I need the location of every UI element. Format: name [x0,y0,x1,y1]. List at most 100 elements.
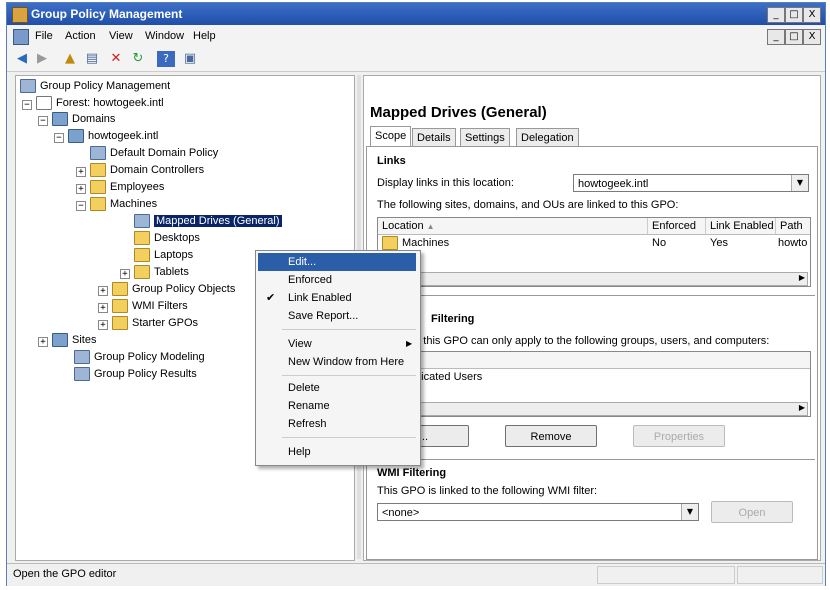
tree-starter-gpos-label: Starter GPOs [132,317,199,329]
menu-item-view[interactable]: View [258,335,416,353]
tree-mapped-drives[interactable]: Mapped Drives (General) [134,213,282,229]
col-location-label: Location [382,220,424,232]
tab-settings[interactable]: Settings [460,128,510,147]
expand-wmi-filters[interactable]: + [98,303,108,313]
menu-action[interactable]: Action [65,30,96,42]
tree-modeling[interactable]: Group Policy Modeling [74,349,205,365]
col-link-enabled[interactable]: Link Enabled [706,218,776,234]
tree-laptops[interactable]: Laptops [134,247,193,263]
expand-tablets[interactable]: + [120,269,130,279]
expand-domain-controllers[interactable]: + [76,167,86,177]
wmi-filter-value: <none> [382,507,420,519]
display-links-select[interactable]: howtogeek.intl ▼ [573,174,809,192]
tree-default-policy[interactable]: Default Domain Policy [90,145,218,161]
details-pane: Mapped Drives (General) Scope Details Se… [363,75,821,561]
child-restore-button[interactable]: □ [785,29,803,45]
properties-button[interactable]: Properties [633,425,725,447]
menu-window[interactable]: Window [145,30,184,42]
tree-domain-controllers[interactable]: Domain Controllers [90,162,204,178]
tree-laptops-label: Laptops [154,249,194,261]
menu-item-new-window[interactable]: New Window from Here [258,353,416,371]
tree-desktops-label: Desktops [154,232,200,244]
tree-forest[interactable]: Forest: howtogeek.intl [36,95,164,111]
tree-employees[interactable]: Employees [90,179,164,195]
delete-icon[interactable]: ✕ [107,51,125,67]
tree-desktops[interactable]: Desktops [134,230,200,246]
divider [369,459,815,460]
expand-domain[interactable]: − [54,133,64,143]
console-menu-icon[interactable] [13,29,29,45]
tree-modeling-label: Group Policy Modeling [94,351,205,363]
expand-sites[interactable]: + [38,337,48,347]
menu-help[interactable]: Help [193,30,216,42]
open-button[interactable]: Open [711,501,793,523]
tree-wmi-filters[interactable]: WMI Filters [112,298,188,314]
chevron-down-icon[interactable]: ▼ [681,504,698,520]
scroll-right-icon[interactable]: ▶ [799,273,805,282]
tree-domain[interactable]: howtogeek.intl [68,128,158,144]
expand-gpo-objects[interactable]: + [98,286,108,296]
console-icon[interactable]: ▣ [181,51,199,67]
child-minimize-button[interactable]: _ [767,29,785,45]
tree-gpo-objects[interactable]: Group Policy Objects [112,281,235,297]
close-button[interactable]: X [803,7,821,23]
tree-results[interactable]: Group Policy Results [74,366,197,382]
title-bar[interactable]: Group Policy Management _ □ X [7,3,825,25]
folder-icon [90,163,106,178]
expand-employees[interactable]: + [76,184,86,194]
remove-button[interactable]: Remove [505,425,597,447]
security-filtering-text: gs in this GPO can only apply to the fol… [397,335,770,347]
menu-item-enforced[interactable]: Enforced [258,271,416,289]
tree-starter-gpos[interactable]: Starter GPOs [112,315,198,331]
links-grid-header: Location ▲ Enforced Link Enabled Path [378,218,810,235]
scroll-right-icon[interactable]: ▶ [799,403,805,412]
folder-icon [112,316,128,331]
tree-default-policy-label: Default Domain Policy [110,147,219,159]
tree-forest-label: Forest: howtogeek.intl [56,97,164,109]
forward-icon[interactable]: ▶ [33,51,51,67]
menu-view[interactable]: View [109,30,133,42]
col-enforced[interactable]: Enforced [648,218,706,234]
expand-machines[interactable]: − [76,201,86,211]
links-hscrollbar[interactable]: ▶ [378,272,808,286]
links-row-path: howto [778,237,808,249]
minimize-button[interactable]: _ [767,7,785,23]
expand-domains[interactable]: − [38,116,48,126]
menu-item-refresh[interactable]: Refresh [258,415,416,433]
folder-icon [112,282,128,297]
menu-item-rename[interactable]: Rename [258,397,416,415]
security-hscrollbar[interactable]: ▶ [378,402,808,416]
col-path[interactable]: Path [776,218,810,234]
menu-item-delete[interactable]: Delete [258,379,416,397]
col-location[interactable]: Location ▲ [378,218,648,234]
list-item[interactable]: nticated Users [378,369,810,385]
tab-scope[interactable]: Scope [370,126,412,148]
menu-item-save-report[interactable]: Save Report... [258,307,416,325]
up-icon[interactable]: ▲ [61,51,79,67]
tab-delegation[interactable]: Delegation [516,128,579,147]
expand-forest[interactable]: − [22,100,32,110]
tree-mapped-drives-label: Mapped Drives (General) [154,215,282,227]
menu-file[interactable]: File [35,30,53,42]
back-icon[interactable]: ◀ [13,51,31,67]
help-icon[interactable]: ? [157,51,175,67]
menu-item-link-enabled[interactable]: Link Enabled [258,289,416,307]
table-row[interactable]: Machines No Yes howto [378,235,810,251]
tree-root[interactable]: Group Policy Management [20,78,170,94]
properties-icon[interactable]: ▤ [83,51,101,67]
sort-asc-icon: ▲ [426,222,435,231]
tab-details[interactable]: Details [412,128,456,147]
maximize-button[interactable]: □ [785,7,803,23]
wmi-filter-select[interactable]: <none> ▼ [377,503,699,521]
tree-machines[interactable]: Machines [90,196,157,212]
chevron-down-icon[interactable]: ▼ [791,175,808,191]
menu-item-edit[interactable]: Edit... [258,253,416,271]
tree-tablets[interactable]: Tablets [134,264,189,280]
expand-starter-gpos[interactable]: + [98,320,108,330]
refresh-icon[interactable]: ↻ [129,51,147,67]
menu-item-help[interactable]: Help [258,443,416,461]
child-close-button[interactable]: X [803,29,821,45]
tree-machines-label: Machines [110,198,158,210]
tree-domains[interactable]: Domains [52,111,115,127]
tree-sites[interactable]: Sites [52,332,96,348]
